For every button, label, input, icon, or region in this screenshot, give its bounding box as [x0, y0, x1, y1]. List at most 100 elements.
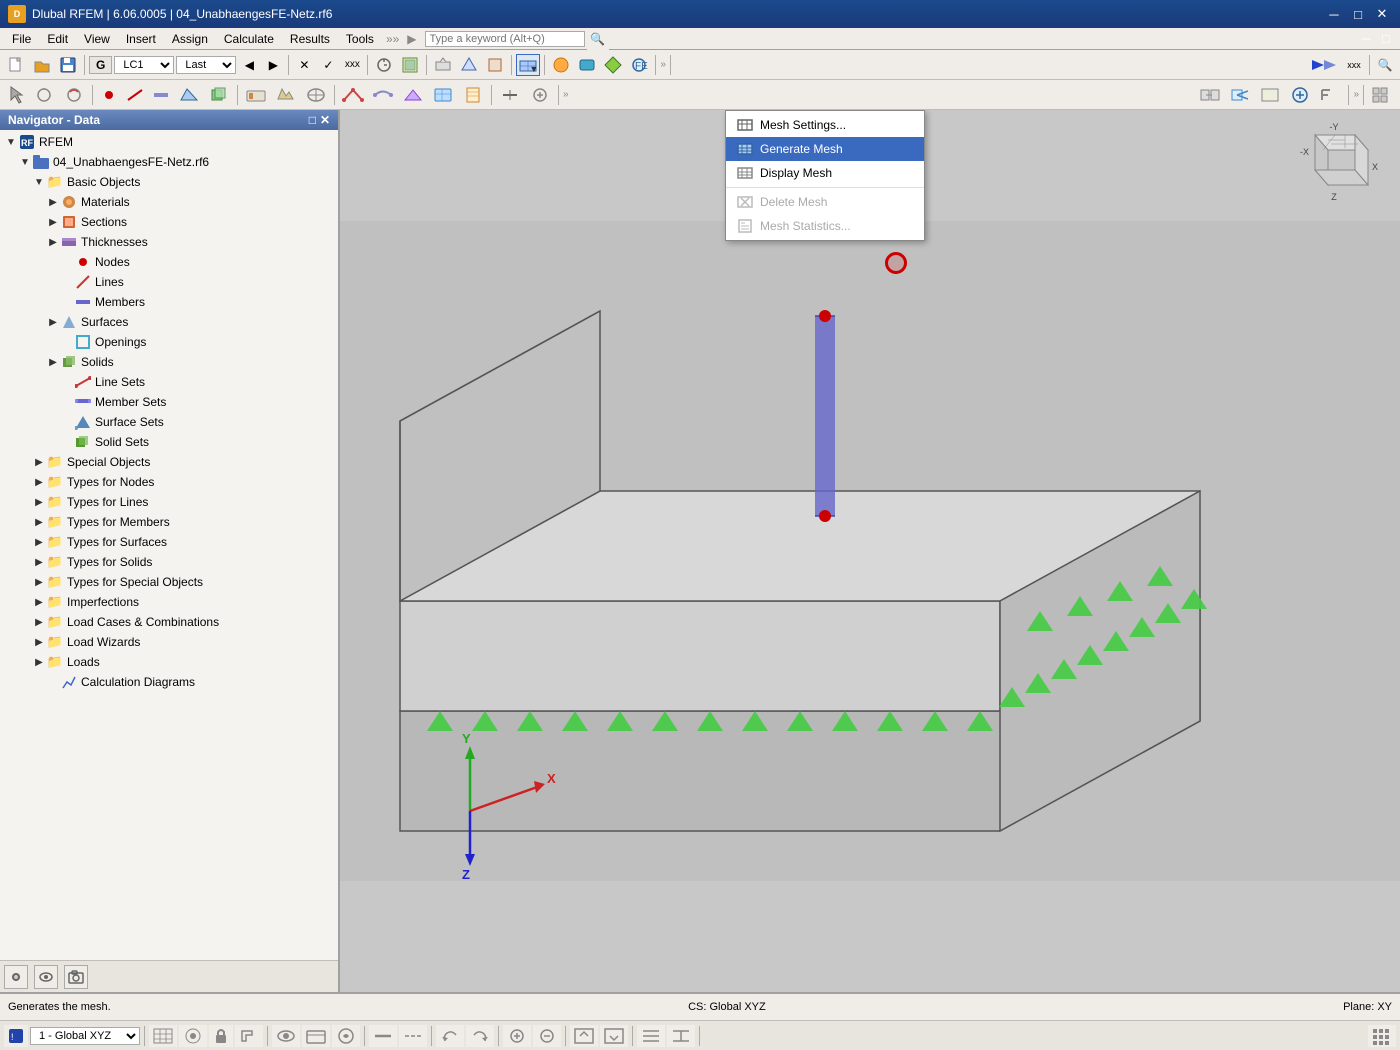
tb-bottom-icon9[interactable] — [570, 1025, 598, 1047]
tb2-icon5[interactable] — [369, 84, 397, 106]
tb2-icon9[interactable] — [496, 84, 524, 106]
tb-bottom-icon8[interactable] — [533, 1025, 561, 1047]
tb-new[interactable] — [4, 54, 28, 76]
coord-system-combo[interactable]: 1 - Global XYZ — [30, 1027, 140, 1045]
secondary-maximize[interactable]: □ — [1376, 30, 1396, 48]
tb2-icon4[interactable] — [339, 84, 367, 106]
dropdown-generate-mesh[interactable]: Generate Mesh — [726, 137, 924, 161]
tree-item-rfem[interactable]: ▼ RF RFEM — [0, 132, 338, 152]
tree-item-load-cases[interactable]: ▶ 📁 Load Cases & Combinations — [0, 612, 338, 632]
tb-bottom-icon1[interactable]: ! — [4, 1025, 28, 1047]
tb2-right5[interactable] — [1316, 84, 1344, 106]
tree-item-thicknesses[interactable]: ▶ Thicknesses — [0, 232, 338, 252]
tb-rotate[interactable] — [372, 54, 396, 76]
tb2-icon3[interactable] — [302, 84, 330, 106]
orientation-cube[interactable]: -Y X -X Z — [1290, 120, 1380, 210]
maximize-button[interactable]: □ — [1348, 5, 1368, 23]
tb-prev[interactable]: ◀ — [238, 54, 260, 76]
tb-xxx2[interactable]: xxx — [1343, 54, 1365, 76]
minimize-button[interactable]: ─ — [1324, 5, 1344, 23]
dropdown-display-mesh[interactable]: Display Mesh — [726, 161, 924, 185]
tb-btn2[interactable] — [457, 54, 481, 76]
menu-file[interactable]: File — [4, 30, 39, 48]
tb2-node[interactable] — [97, 84, 121, 106]
tree-item-linesets[interactable]: Line Sets — [0, 372, 338, 392]
tb-btn3[interactable] — [483, 54, 507, 76]
tb2-btn1[interactable] — [30, 84, 58, 106]
search-button[interactable]: 🔍 — [587, 28, 609, 50]
tree-item-nodes[interactable]: Nodes — [0, 252, 338, 272]
tb2-icon2[interactable] — [272, 84, 300, 106]
tree-item-surfaces[interactable]: ▶ Surfaces — [0, 312, 338, 332]
tree-item-special-objects[interactable]: ▶ 📁 Special Objects — [0, 452, 338, 472]
tree-item-solidsets[interactable]: Solid Sets — [0, 432, 338, 452]
tb-mesh-check[interactable]: ✓ — [317, 54, 339, 76]
menu-calculate[interactable]: Calculate — [216, 30, 282, 48]
tb-xxx1[interactable]: xxx — [341, 54, 363, 76]
tree-item-types-lines[interactable]: ▶ 📁 Types for Lines — [0, 492, 338, 512]
tree-item-types-nodes[interactable]: ▶ 📁 Types for Nodes — [0, 472, 338, 492]
tb-bottom-icon12[interactable] — [667, 1025, 695, 1047]
menu-edit[interactable]: Edit — [39, 30, 76, 48]
navigator-camera-btn[interactable] — [64, 965, 88, 989]
navigator-eye-btn[interactable] — [34, 965, 58, 989]
tb2-grid[interactable] — [1368, 84, 1396, 106]
tree-item-imperfections[interactable]: ▶ 📁 Imperfections — [0, 592, 338, 612]
tb-next[interactable]: ▶ — [262, 54, 284, 76]
tb2-select[interactable] — [4, 84, 28, 106]
menu-results[interactable]: Results — [282, 30, 338, 48]
tb-save[interactable] — [56, 54, 80, 76]
tree-item-surfacesets[interactable]: Surface Sets — [0, 412, 338, 432]
tb-bottom-icon7[interactable] — [503, 1025, 531, 1047]
navigator-restore-btn[interactable]: □ — [309, 113, 316, 127]
tree-item-members[interactable]: Members — [0, 292, 338, 312]
menu-view[interactable]: View — [76, 30, 118, 48]
tb2-icon8[interactable] — [459, 84, 487, 106]
tb-bottom-undo[interactable] — [436, 1025, 464, 1047]
tb-bottom-lock[interactable] — [209, 1025, 233, 1047]
menu-tools[interactable]: Tools — [338, 30, 382, 48]
tb2-right3[interactable] — [1256, 84, 1284, 106]
tree-item-project[interactable]: ▼ 04_UnabhaengesFE-Netz.rf6 — [0, 152, 338, 172]
tb-bottom-line2[interactable] — [399, 1025, 427, 1047]
tree-item-materials[interactable]: ▶ Materials — [0, 192, 338, 212]
tb2-btn2[interactable] — [60, 84, 88, 106]
tb-icon-b[interactable] — [575, 54, 599, 76]
close-button[interactable]: ✕ — [1372, 5, 1392, 23]
tree-item-calc-diagrams[interactable]: Calculation Diagrams — [0, 672, 338, 692]
tb-bottom-icon10[interactable] — [600, 1025, 628, 1047]
navigator-close-btn[interactable]: ✕ — [320, 113, 330, 127]
tb2-member[interactable] — [149, 84, 173, 106]
tree-item-openings[interactable]: Openings — [0, 332, 338, 352]
tb-bottom-icon5[interactable] — [302, 1025, 330, 1047]
tb2-solid[interactable] — [205, 84, 233, 106]
tb-btn1[interactable] — [431, 54, 455, 76]
lc-last-combo[interactable]: Last — [176, 56, 236, 74]
tb-icon-c[interactable] — [601, 54, 625, 76]
tb-bottom-eye[interactable] — [272, 1025, 300, 1047]
tb2-right1[interactable] — [1196, 84, 1224, 106]
secondary-minimize[interactable]: ─ — [1356, 30, 1376, 48]
tb-icon-d[interactable]: FE — [627, 54, 651, 76]
tb2-icon1[interactable] — [242, 84, 270, 106]
tb-bottom-line1[interactable] — [369, 1025, 397, 1047]
tb-icon-arrow[interactable] — [1307, 54, 1341, 76]
tree-item-load-wizards[interactable]: ▶ 📁 Load Wizards — [0, 632, 338, 652]
tree-item-solids[interactable]: ▶ Solids — [0, 352, 338, 372]
tree-item-sections[interactable]: ▶ Sections — [0, 212, 338, 232]
tb-bottom-redo[interactable] — [466, 1025, 494, 1047]
dropdown-mesh-settings[interactable]: Mesh Settings... — [726, 113, 924, 137]
tree-item-membersets[interactable]: Member Sets — [0, 392, 338, 412]
menu-insert[interactable]: Insert — [118, 30, 164, 48]
tb-bottom-grid[interactable] — [149, 1025, 177, 1047]
tb-bottom-grid2[interactable] — [1368, 1025, 1396, 1047]
tb2-right4[interactable] — [1286, 84, 1314, 106]
viewport[interactable]: Mesh Settings... Generate Mesh Display M… — [340, 110, 1400, 992]
tree-item-types-solids[interactable]: ▶ 📁 Types for Solids — [0, 552, 338, 572]
tb-bottom-snap[interactable] — [179, 1025, 207, 1047]
tb-open[interactable] — [30, 54, 54, 76]
tb2-icon6[interactable] — [399, 84, 427, 106]
tb2-icon7[interactable] — [429, 84, 457, 106]
tb2-surface[interactable] — [175, 84, 203, 106]
tb-bottom-icon6[interactable] — [332, 1025, 360, 1047]
